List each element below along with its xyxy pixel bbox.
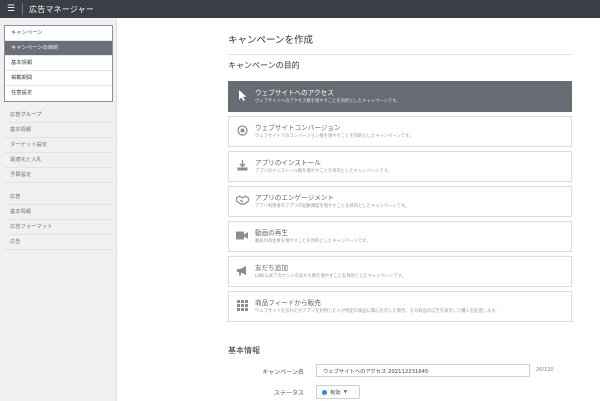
handshake-icon — [229, 195, 255, 208]
sidebar-item-adgroup[interactable]: 広告グループ — [4, 108, 113, 123]
objective-title: 商品フィードから販売 — [255, 298, 321, 307]
sidebar-item-ad-creative[interactable]: 広告 — [4, 235, 113, 250]
sidebar-item-basic-info[interactable]: 基本情報 — [5, 56, 112, 71]
cursor-icon — [229, 89, 255, 104]
character-counter: 26/120 — [536, 367, 554, 373]
sidebar-item-ad[interactable]: 広告 — [4, 190, 113, 205]
sidebar-item-ad-basic[interactable]: 基本情報 — [4, 205, 113, 220]
chevron-down-icon: ▼ — [343, 389, 348, 395]
basic-info-section-title: 基本情報 — [228, 346, 260, 355]
sidebar-item-schedule[interactable]: 掲載期間 — [5, 71, 112, 86]
app-title: 広告マネージャー — [29, 4, 95, 14]
objective-website-conversion[interactable]: ウェブサイトコンバージョン ウェブサイトでのコンバージョン数を増やすことを目的と… — [228, 116, 572, 147]
objective-add-friends[interactable]: 友だち追加 LINE公式アカウントの友だち数を増やすことを目的としたキャンペーン… — [228, 256, 572, 287]
sidebar-item-campaign-objective[interactable]: キャンペーンの目的 — [5, 41, 112, 56]
video-icon — [229, 231, 255, 243]
sidebar-item-ad-format[interactable]: 広告フォーマット — [4, 220, 113, 235]
objective-desc: ウェブサイトでのコンバージョン数を増やすことを目的としたキャンペーンです。 — [255, 133, 414, 139]
sidebar-item-bidding[interactable]: 最適化と入札 — [4, 153, 113, 168]
status-dropdown[interactable]: 有効 ▼ — [316, 385, 360, 399]
objective-title: 友だち追加 — [255, 263, 288, 272]
page-title: キャンペーンを作成 — [228, 35, 314, 46]
campaign-name-input[interactable] — [316, 364, 530, 377]
objective-title: ウェブサイトへのアクセス — [255, 88, 334, 97]
objective-video-views[interactable]: 動画の再生 動画の再生数を増やすことを目的としたキャンペーンです。 — [228, 221, 572, 252]
sidebar-campaign-section: キャンペーン キャンペーンの目的 基本情報 掲載期間 任意設定 — [4, 25, 113, 102]
campaign-name-label: キャンペーン名 — [262, 369, 304, 376]
divider — [22, 3, 23, 15]
status-value: 有効 — [330, 390, 341, 396]
download-icon — [229, 159, 255, 174]
grid-icon — [229, 299, 255, 314]
sidebar-item-campaign[interactable]: キャンペーン — [5, 26, 112, 41]
sidebar-item-budget[interactable]: 予算設定 — [4, 168, 113, 183]
objective-desc: ウェブサイトへのアクセス数を増やすことを目的としたキャンペーンです。 — [255, 98, 401, 104]
objective-title: アプリのインストール — [255, 158, 321, 167]
objective-desc: アプリ利用者のアプリの起動頻度を増やすことを目的としたキャンペーンです。 — [255, 203, 410, 209]
objective-desc: ウェブサイトを訪れたかアプリを利用した人が特定の商品に関心を示した場合、その商品… — [255, 308, 500, 314]
hamburger-menu-icon[interactable]: ☰ — [0, 0, 22, 18]
status-label: ステータス — [273, 390, 304, 397]
sidebar-item-targeting[interactable]: ターゲット設定 — [4, 138, 113, 153]
top-bar: ☰ 広告マネージャー — [0, 0, 600, 18]
sidebar-item-adgroup-basic[interactable]: 基本情報 — [4, 123, 113, 138]
sidebar-item-optional[interactable]: 任意設定 — [5, 86, 112, 101]
objective-website-traffic[interactable]: ウェブサイトへのアクセス ウェブサイトへのアクセス数を増やすことを目的としたキャ… — [228, 81, 572, 112]
megaphone-icon — [229, 265, 255, 279]
objective-app-install[interactable]: アプリのインストール アプリのインストール数を増やすことを目的としたキャンペーン… — [228, 151, 572, 182]
sidebar: キャンペーン キャンペーンの目的 基本情報 掲載期間 任意設定 広告グループ 基… — [0, 18, 117, 401]
objective-title: アプリのエンゲージメント — [255, 193, 334, 202]
objective-app-engagement[interactable]: アプリのエンゲージメント アプリ利用者のアプリの起動頻度を増やすことを目的とした… — [228, 186, 572, 217]
objective-title: 動画の再生 — [255, 228, 288, 237]
objective-title: ウェブサイトコンバージョン — [255, 123, 341, 132]
sidebar-adgroup-section: 広告グループ 基本情報 ターゲット設定 最適化と入札 予算設定 — [4, 108, 113, 183]
objective-desc: LINE公式アカウントの友だち数を増やすことを目的としたキャンペーンです。 — [255, 273, 406, 279]
sidebar-ad-section: 広告 基本情報 広告フォーマット 広告 — [4, 190, 113, 250]
status-dot-icon — [322, 389, 327, 395]
divider — [228, 54, 572, 55]
objective-desc: 動画の再生数を増やすことを目的としたキャンペーンです。 — [255, 238, 371, 244]
objective-desc: アプリのインストール数を増やすことを目的としたキャンペーンです。 — [255, 168, 392, 174]
target-icon — [229, 124, 255, 139]
objective-product-feed-sales[interactable]: 商品フィードから販売 ウェブサイトを訪れたかアプリを利用した人が特定の商品に関心… — [228, 291, 572, 322]
objective-section-title: キャンペーンの目的 — [228, 61, 300, 70]
